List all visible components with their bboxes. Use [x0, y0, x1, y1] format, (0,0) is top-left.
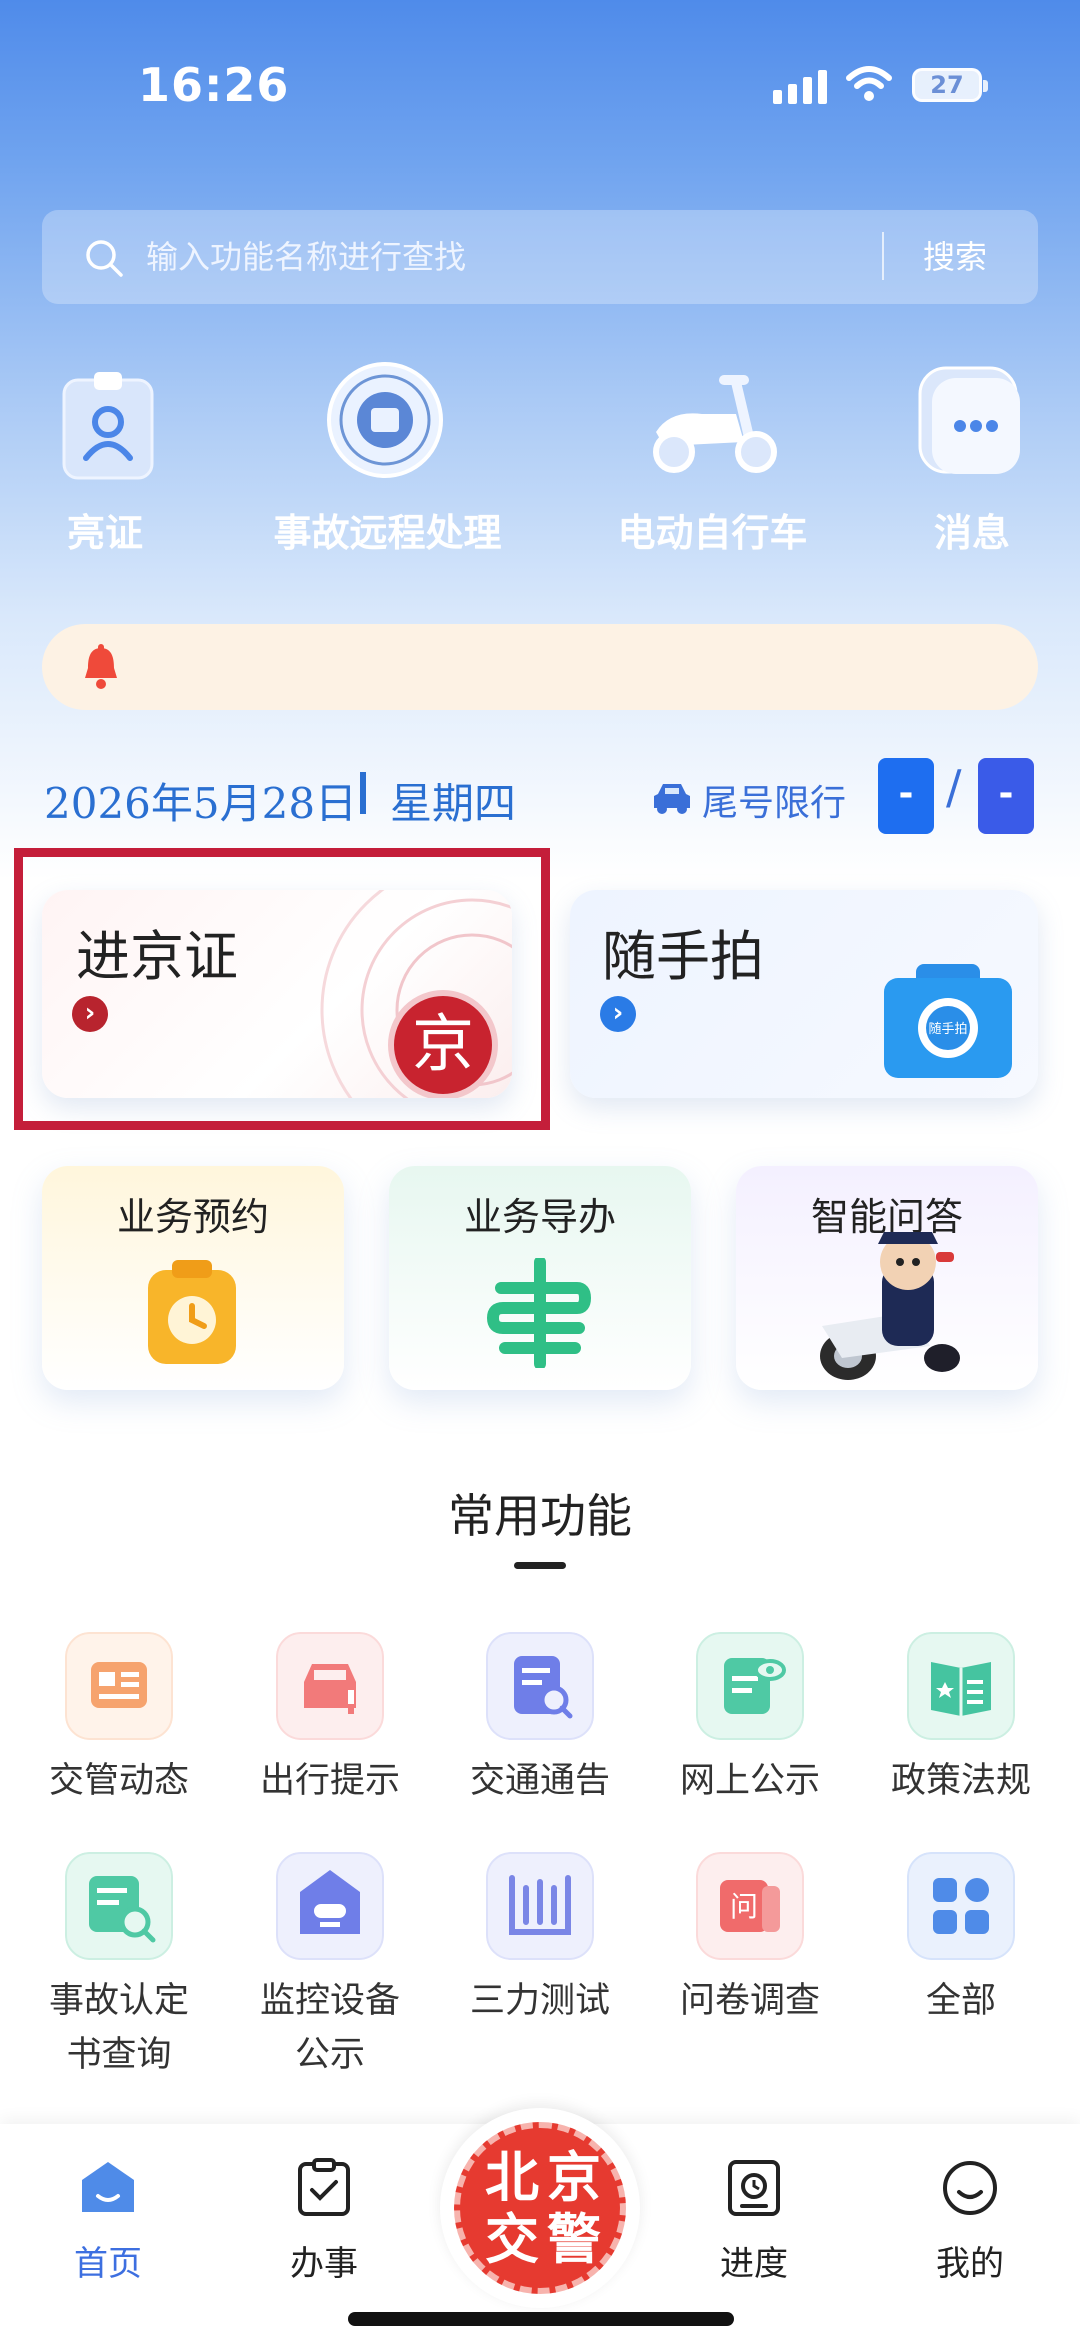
- date-divider: [360, 772, 366, 814]
- home-icon: [82, 2162, 134, 2212]
- nav-mine[interactable]: 我的: [910, 2152, 1030, 2292]
- e-scooter-icon: [653, 375, 777, 473]
- car-alert-icon: [276, 1632, 384, 1740]
- search-icon: [86, 240, 123, 277]
- police-mascot-icon: [820, 1232, 960, 1380]
- function-label-line2: 公示: [294, 2035, 365, 2075]
- quick-action-label: 事故远程处理: [273, 511, 502, 555]
- signal-icon: [773, 70, 827, 104]
- battery-indicator: 27: [912, 68, 988, 102]
- smart-qa-card[interactable]: 智能问答: [736, 1166, 1038, 1390]
- id-badge-icon: [62, 372, 154, 480]
- weekday: 星期四: [390, 779, 517, 828]
- guide-icon: [486, 1258, 592, 1368]
- doc-search-icon: [486, 1632, 594, 1740]
- function-monitor-devices[interactable]: 监控设备 公示: [235, 1852, 425, 2092]
- status-time: 16:26: [138, 58, 290, 112]
- camera-label: 随手拍: [928, 1022, 968, 1037]
- progress-icon: [728, 2160, 780, 2216]
- function-label: 事故认定: [48, 1981, 189, 2021]
- function-traffic-news[interactable]: 交管动态: [24, 1632, 214, 1832]
- function-label: 政策法规: [890, 1761, 1031, 1801]
- quick-action-label: 亮证: [66, 511, 143, 555]
- appointment-card[interactable]: 业务预约: [42, 1166, 344, 1390]
- logo-char: 京: [547, 2146, 601, 2209]
- guide-card[interactable]: 业务导办: [389, 1166, 691, 1390]
- function-policy[interactable]: 政策法规: [866, 1632, 1056, 1832]
- home-indicator[interactable]: [348, 2312, 734, 2326]
- notice-bar[interactable]: [42, 624, 1038, 710]
- plate-limit-digit-1: -: [878, 758, 934, 834]
- function-label: 监控设备: [259, 1981, 400, 2021]
- svg-text:问: 问: [730, 1890, 758, 1923]
- logo-char: 警: [547, 2208, 601, 2271]
- all-grid-icon: [907, 1852, 1015, 1960]
- function-label: 问卷调查: [679, 1981, 820, 2021]
- police-emblem-icon: [327, 362, 443, 478]
- function-survey[interactable]: 问 问卷调查: [655, 1852, 845, 2092]
- beijing-traffic-police-logo-icon: 北 京 交 警: [454, 2122, 626, 2294]
- wifi-icon: [846, 66, 892, 101]
- quick-action-label: 消息: [933, 511, 1010, 555]
- function-label: 交通通告: [469, 1761, 610, 1801]
- function-label-line2: 书查询: [66, 2035, 172, 2075]
- logo-char: 北: [485, 2146, 539, 2209]
- search-divider: [882, 232, 884, 280]
- test-icon: [486, 1852, 594, 1960]
- function-label: 出行提示: [259, 1761, 400, 1801]
- function-label: 网上公示: [679, 1761, 820, 1801]
- doc-eye-icon: [696, 1632, 804, 1740]
- clipboard-clock-icon: [148, 1260, 236, 1364]
- function-label: 全部: [925, 1981, 996, 2021]
- tasks-icon: [298, 2158, 350, 2216]
- nav-tasks[interactable]: 办事: [264, 2152, 384, 2292]
- nav-home-label: 首页: [74, 2244, 142, 2284]
- survey-icon: 问: [696, 1852, 804, 1960]
- search-button[interactable]: 搜索: [900, 232, 1010, 282]
- function-traffic-notice[interactable]: 交通通告: [445, 1632, 635, 1832]
- plate-limit-slash: /: [946, 760, 962, 814]
- bell-icon: [85, 644, 117, 689]
- section-underline: [514, 1562, 566, 1569]
- plate-limit-digit-2: -: [978, 758, 1034, 834]
- nav-mine-label: 我的: [936, 2244, 1004, 2284]
- snapshot-title: 随手拍: [602, 925, 764, 988]
- message-icon: [918, 366, 1020, 474]
- plate-limit-label: 尾号限行: [702, 783, 847, 824]
- car-icon: [654, 784, 690, 814]
- appointment-title: 业务预约: [116, 1195, 269, 1239]
- nav-home[interactable]: 首页: [48, 2152, 168, 2292]
- nav-progress-label: 进度: [720, 2244, 788, 2284]
- search-input[interactable]: [146, 232, 866, 282]
- current-date: 2026年5月28日: [44, 779, 358, 828]
- function-travel-tips[interactable]: 出行提示: [235, 1632, 425, 1832]
- news-icon: [65, 1632, 173, 1740]
- nav-tasks-label: 办事: [290, 2244, 358, 2284]
- nav-center-logo[interactable]: 北 京 交 警: [440, 2108, 640, 2308]
- quick-action-label: 电动自行车: [617, 511, 808, 555]
- function-label: 三力测试: [469, 1981, 610, 2021]
- monitor-icon: [276, 1852, 384, 1960]
- law-book-icon: [907, 1632, 1015, 1740]
- function-online-publicity[interactable]: 网上公示: [655, 1632, 845, 1832]
- logo-char: 交: [485, 2208, 539, 2271]
- selection-highlight: [14, 848, 550, 1130]
- guide-title: 业务导办: [463, 1195, 616, 1239]
- function-ability-test[interactable]: 三力测试: [445, 1852, 635, 2092]
- function-accident-report[interactable]: 事故认定 书查询: [24, 1852, 214, 2092]
- function-all[interactable]: 全部: [866, 1852, 1056, 2092]
- function-label: 交管动态: [48, 1761, 189, 1801]
- report-search-icon: [65, 1852, 173, 1960]
- smile-icon: [943, 2161, 997, 2215]
- snapshot-arrow-icon: ›: [600, 996, 636, 1032]
- snapshot-card[interactable]: 随手拍 › 随手拍: [570, 890, 1038, 1098]
- nav-progress[interactable]: 进度: [694, 2152, 814, 2292]
- section-title: 常用功能: [448, 1489, 632, 1543]
